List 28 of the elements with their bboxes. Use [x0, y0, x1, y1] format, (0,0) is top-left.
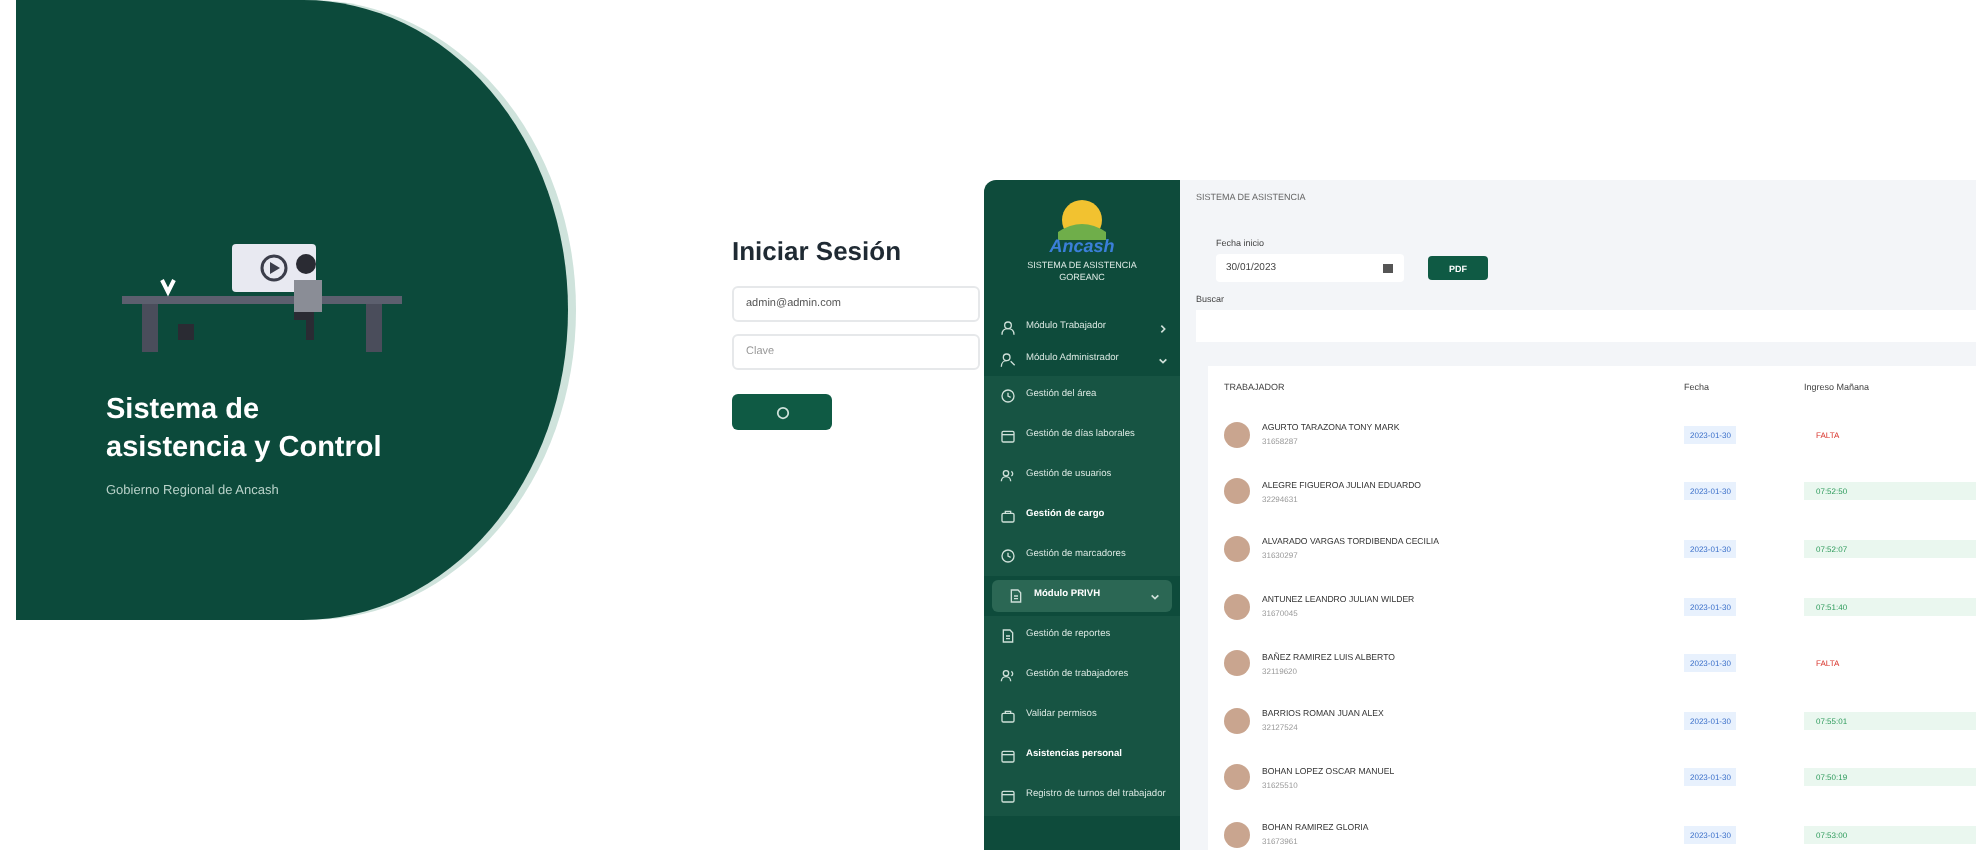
case-icon [1000, 708, 1016, 724]
avatar [1224, 421, 1250, 448]
avatar [1224, 650, 1250, 677]
avatar [1224, 593, 1250, 620]
users-icon [1000, 668, 1016, 684]
calendar-icon [1000, 748, 1016, 764]
login-button[interactable] [732, 394, 832, 430]
avatar [1224, 764, 1250, 791]
chevron-icon [1158, 355, 1168, 365]
calendar-icon [1000, 788, 1016, 804]
avatar [1224, 478, 1250, 505]
clock-icon [1000, 388, 1016, 404]
user-icon [1000, 320, 1016, 336]
doc-icon [1008, 588, 1024, 604]
avatar [1224, 821, 1250, 848]
avatar [1224, 535, 1250, 562]
logo: Ancash [1042, 188, 1122, 256]
chevron-icon [1150, 591, 1160, 601]
hero-title: Sistema de asistencia y Control [106, 392, 384, 468]
clock-icon [1000, 548, 1016, 564]
calendar-icon [1000, 428, 1016, 444]
doc-icon [1000, 628, 1016, 644]
avatar [1224, 707, 1250, 734]
case-icon [1000, 508, 1016, 524]
users-icon [1000, 468, 1016, 484]
login-title: Iniciar Sesión [732, 236, 904, 266]
calendar-icon [1382, 262, 1394, 274]
chevron-icon [1158, 323, 1168, 333]
